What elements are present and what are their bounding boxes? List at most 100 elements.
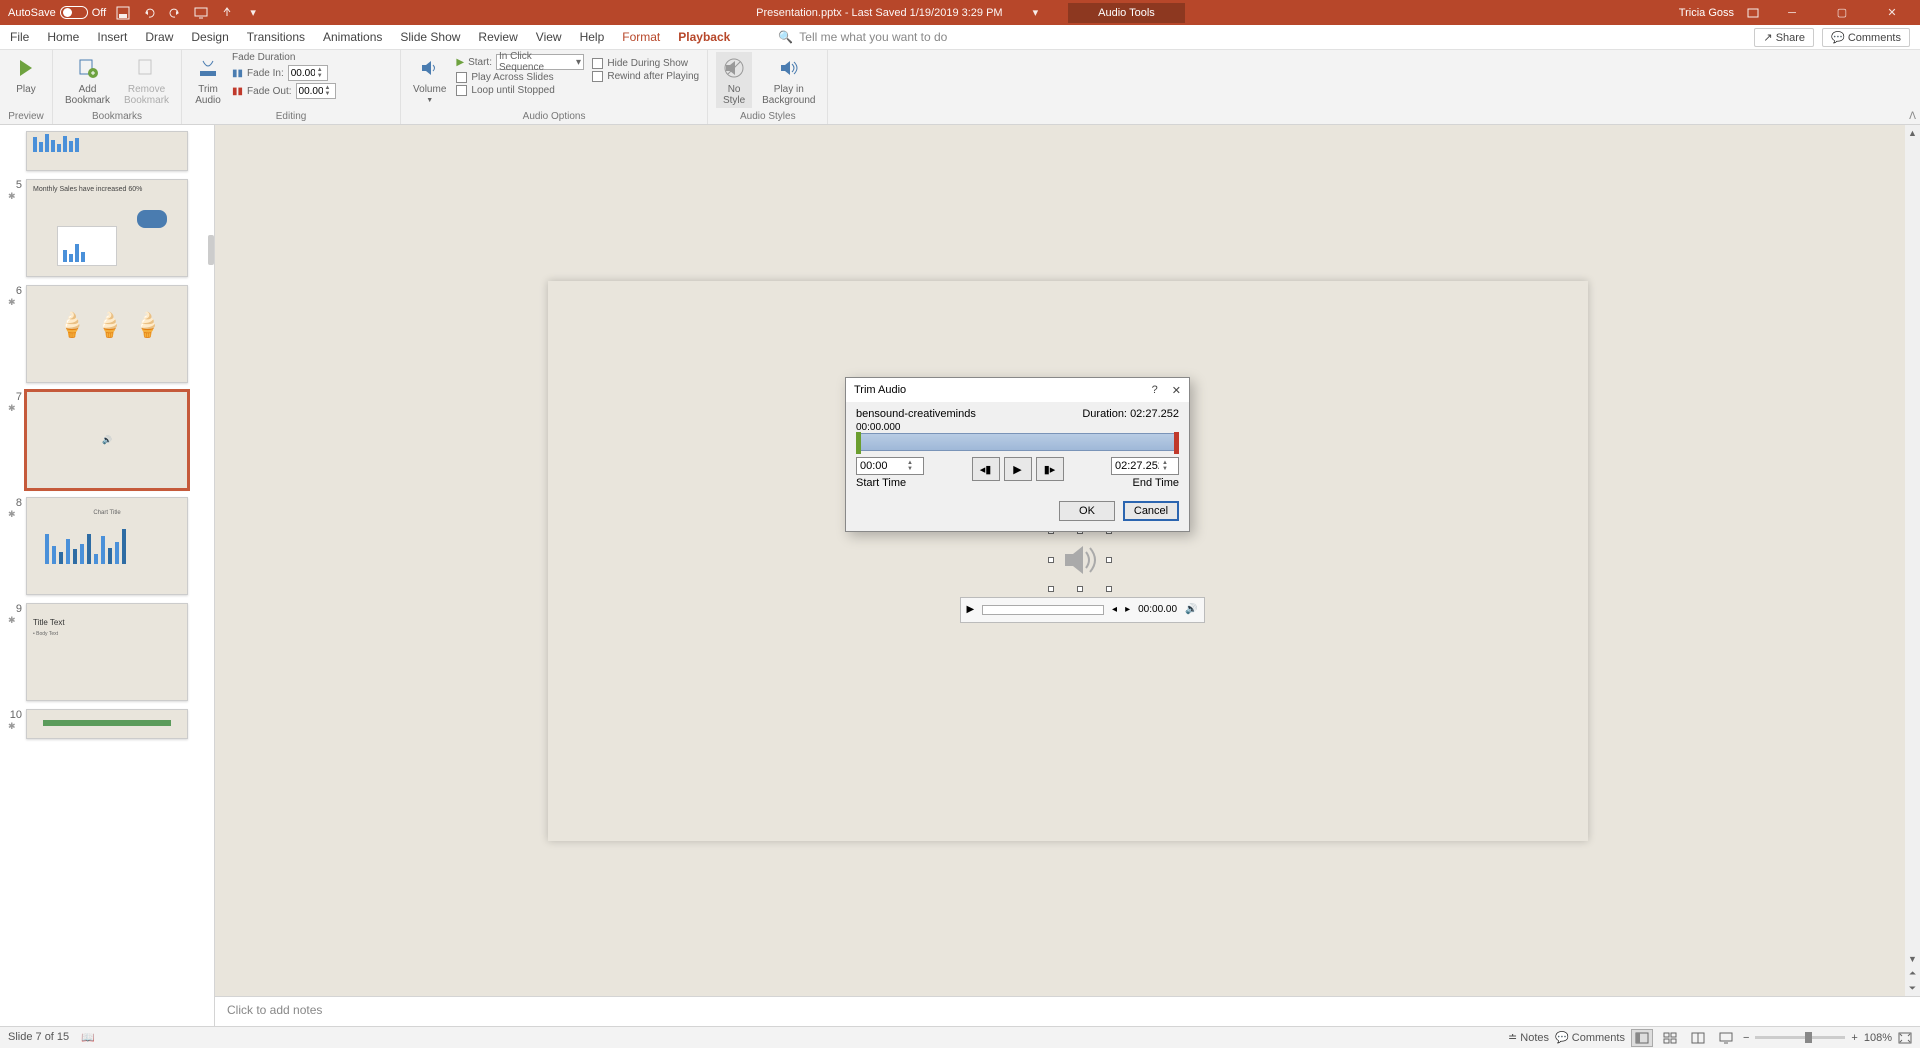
document-title: Presentation.pptx - Last Saved 1/19/2019… [756,7,1002,19]
thumbnail-10[interactable]: 10✱ [0,705,214,743]
undo-icon[interactable] [140,4,158,22]
fade-in-input[interactable]: ▲▼ [288,65,328,81]
vertical-scrollbar[interactable]: ▲ ▼ ⏶ ⏷ [1905,125,1920,996]
slideshow-view-icon[interactable] [1715,1029,1737,1047]
start-dropdown[interactable]: In Click Sequence▾ [496,54,584,70]
reading-view-icon[interactable] [1687,1029,1709,1047]
share-button[interactable]: ↗ Share [1754,28,1814,47]
dialog-help-icon[interactable]: ? [1152,384,1158,397]
tab-insert[interactable]: Insert [97,30,127,44]
slide-counter[interactable]: Slide 7 of 15 [8,1031,69,1044]
start-label: Start: [468,57,492,68]
qat-dropdown-icon[interactable]: ▾ [244,4,262,22]
ribbon-display-icon[interactable] [1744,4,1762,22]
zoom-slider[interactable] [1755,1036,1845,1039]
player-progress[interactable] [982,605,1104,615]
prev-slide-icon[interactable]: ⏶ [1905,966,1920,981]
close-icon[interactable]: ✕ [1872,0,1912,25]
volume-button[interactable]: Volume▼ [409,52,450,107]
position-time: 00:00.000 [856,422,1179,433]
status-bar: Slide 7 of 15 📖 ≐ Notes 💬 Comments − + 1… [0,1026,1920,1048]
ribbon-playback: Play Preview Add Bookmark Remove Bookmar… [0,50,1920,125]
no-style-button[interactable]: No Style [716,52,752,108]
touch-mode-icon[interactable] [218,4,236,22]
tab-slideshow[interactable]: Slide Show [400,30,460,44]
play-button[interactable]: Play [8,52,44,97]
redo-icon[interactable] [166,4,184,22]
add-bookmark-button[interactable]: Add Bookmark [61,52,114,108]
thumbnail-5[interactable]: 5✱ Monthly Sales have increased 60% [0,175,214,281]
tab-animations[interactable]: Animations [323,30,382,44]
next-slide-icon[interactable]: ⏷ [1905,981,1920,996]
audio-player-bar[interactable]: ▶ ◂ ▸ 00:00.00 🔊 [960,597,1205,623]
save-icon[interactable] [114,4,132,22]
player-play-icon[interactable]: ▶ [967,604,975,615]
play-across-slides-checkbox[interactable]: Play Across Slides [456,72,586,83]
normal-view-icon[interactable] [1631,1029,1653,1047]
maximize-icon[interactable]: ▢ [1822,0,1862,25]
hide-during-show-checkbox[interactable]: Hide During Show [592,58,699,69]
fade-in-icon: ▮▮ [232,68,243,79]
start-marker[interactable] [856,432,861,454]
fit-to-window-icon[interactable] [1898,1032,1912,1044]
spellcheck-icon[interactable]: 📖 [81,1031,95,1044]
autosave-toggle[interactable]: AutoSave Off [8,6,106,19]
waveform-timeline[interactable] [856,433,1179,451]
fade-out-input[interactable]: ▲▼ [296,83,336,99]
tab-format[interactable]: Format [622,30,660,44]
tell-me-search[interactable]: 🔍 Tell me what you want to do [778,30,947,44]
zoom-out-icon[interactable]: − [1743,1032,1749,1044]
tab-design[interactable]: Design [191,30,228,44]
tab-review[interactable]: Review [478,30,517,44]
thumbnail-4-partial[interactable] [0,127,214,175]
player-next-icon[interactable]: ▸ [1125,604,1130,615]
prev-frame-button[interactable]: ◂▮ [972,457,1000,481]
thumbnail-6[interactable]: 6✱ 🍦🍦🍦 [0,281,214,387]
comments-button[interactable]: 💬 Comments [1822,28,1910,47]
ribbon-tabs: File Home Insert Draw Design Transitions… [0,25,1920,50]
sorter-view-icon[interactable] [1659,1029,1681,1047]
thumbnail-9[interactable]: 9✱ Title Text• Body Text [0,599,214,705]
next-frame-button[interactable]: ▮▸ [1036,457,1064,481]
slide-7[interactable]: ▶ ◂ ▸ 00:00.00 🔊 [548,281,1588,841]
speaker-icon: 🔊 [102,436,112,445]
panel-resize-handle[interactable] [208,235,214,265]
tab-draw[interactable]: Draw [145,30,173,44]
end-time-label: End Time [1133,477,1179,489]
player-volume-icon[interactable]: 🔊 [1185,604,1197,615]
minimize-icon[interactable]: ─ [1772,0,1812,25]
end-marker[interactable] [1174,432,1179,454]
thumbnail-8[interactable]: 8✱ Chart Title [0,493,214,599]
zoom-in-icon[interactable]: + [1851,1032,1857,1044]
tab-view[interactable]: View [536,30,562,44]
tell-me-label: Tell me what you want to do [799,30,947,44]
cancel-button[interactable]: Cancel [1123,501,1179,521]
present-icon[interactable] [192,4,210,22]
end-time-input[interactable]: ▲▼ [1111,457,1179,475]
tab-playback[interactable]: Playback [678,30,730,44]
tab-home[interactable]: Home [47,30,79,44]
trim-audio-button[interactable]: Trim Audio [190,52,226,108]
tab-help[interactable]: Help [580,30,605,44]
collapse-ribbon-icon[interactable]: ᐱ [1909,111,1916,122]
notes-pane[interactable]: Click to add notes [215,996,1920,1026]
user-name[interactable]: Tricia Goss [1679,7,1734,19]
zoom-level[interactable]: 108% [1864,1032,1892,1044]
tab-file[interactable]: File [10,30,29,44]
comments-button[interactable]: 💬 Comments [1555,1031,1625,1044]
ok-button[interactable]: OK [1059,501,1115,521]
loop-checkbox[interactable]: Loop until Stopped [456,85,586,96]
tab-transitions[interactable]: Transitions [247,30,305,44]
slide-thumbnail-panel[interactable]: 5✱ Monthly Sales have increased 60% 6✱ 🍦… [0,125,215,1026]
player-prev-icon[interactable]: ◂ [1112,604,1117,615]
rewind-after-playing-checkbox[interactable]: Rewind after Playing [592,71,699,82]
scroll-up-icon[interactable]: ▲ [1905,125,1920,140]
start-time-input[interactable]: ▲▼ [856,457,924,475]
scroll-down-icon[interactable]: ▼ [1905,951,1920,966]
play-in-background-button[interactable]: Play in Background [758,52,819,108]
play-pause-button[interactable]: ▶ [1004,457,1032,481]
thumbnail-7[interactable]: 7✱ 🔊 [0,387,214,493]
audio-object[interactable] [1051,531,1109,589]
dialog-close-icon[interactable]: ✕ [1172,384,1181,397]
notes-button[interactable]: ≐ Notes [1508,1031,1549,1044]
